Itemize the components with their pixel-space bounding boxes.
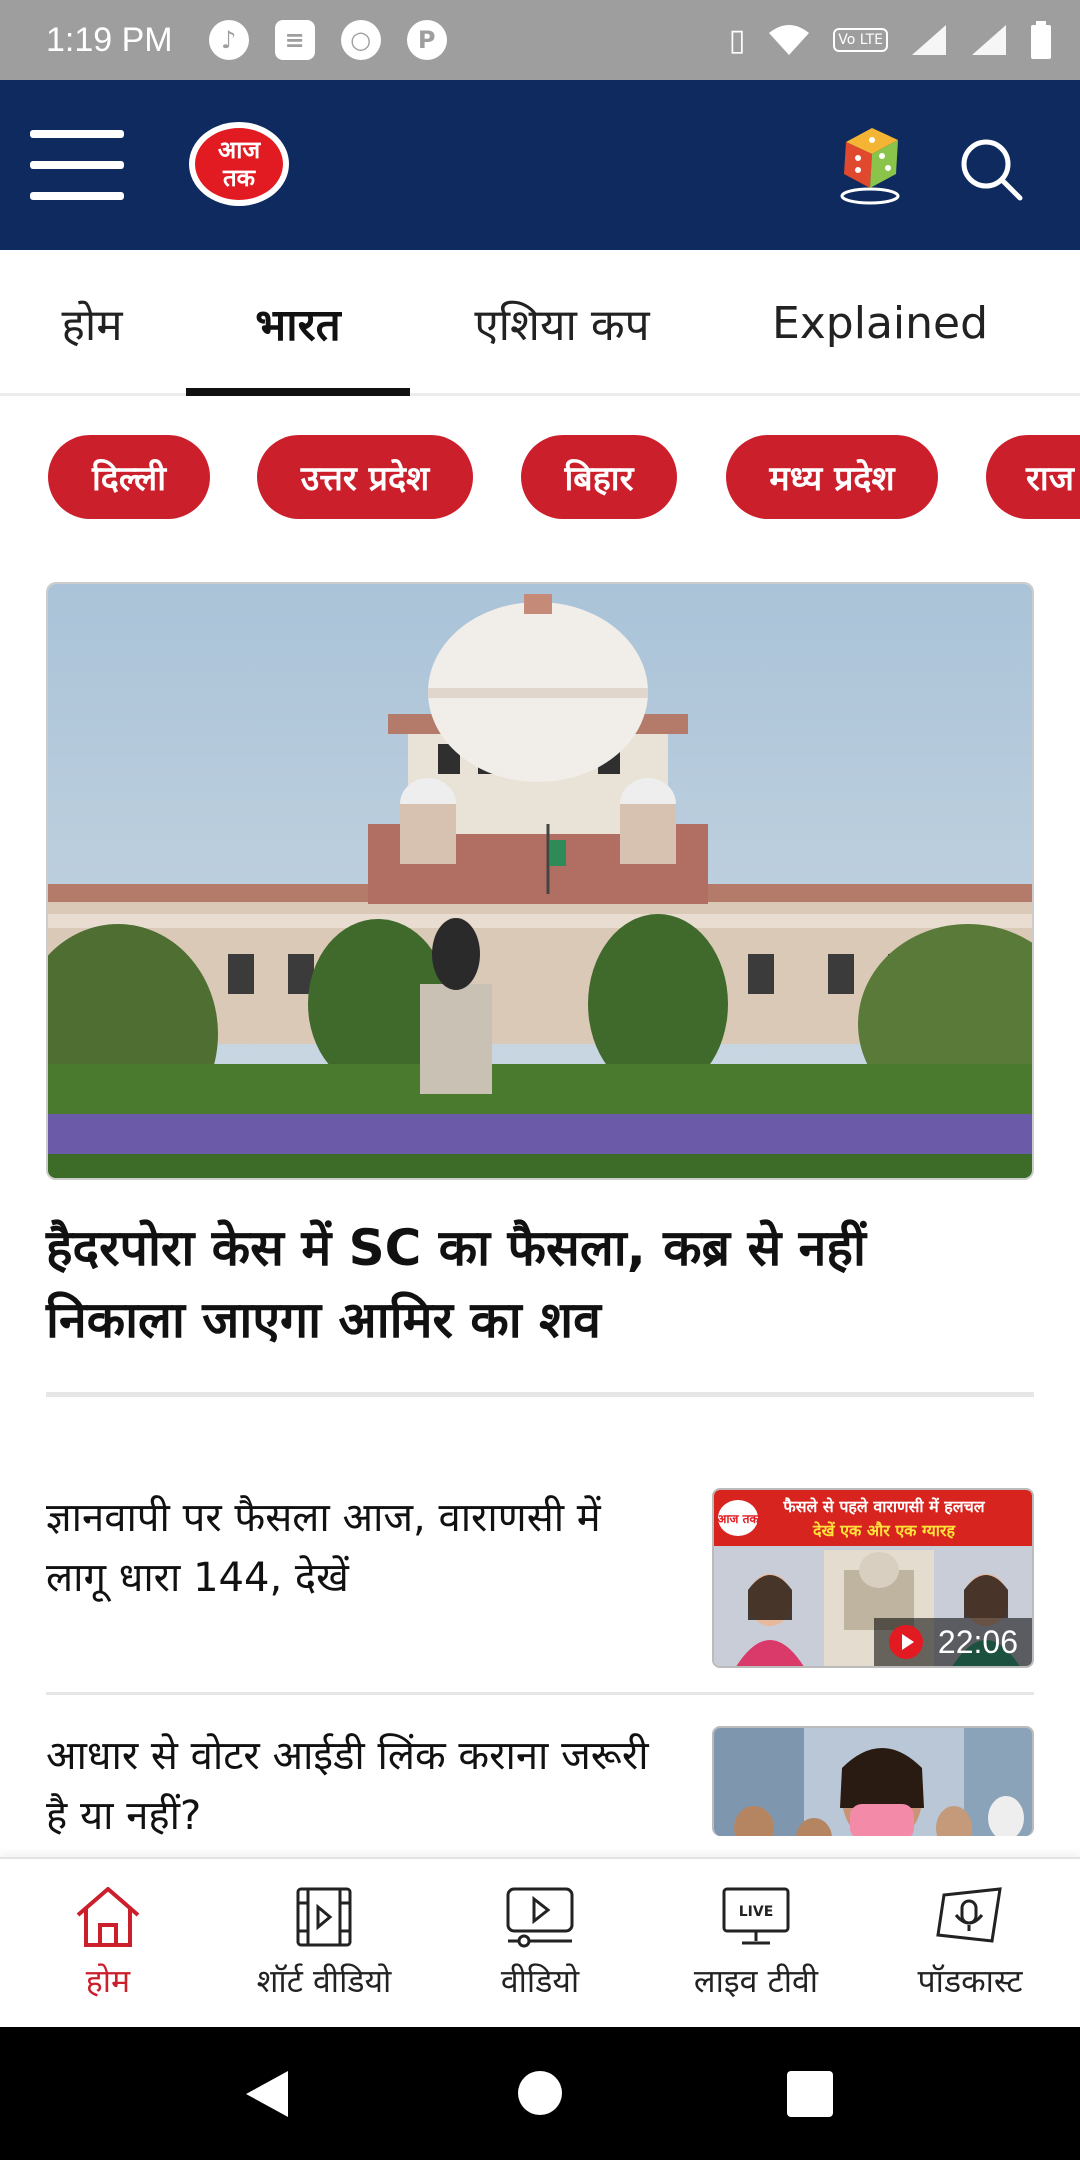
list-item[interactable]: ज्ञानवापी पर फैसला आज, वाराणसी में लागू … <box>46 1488 1034 1668</box>
p-icon: P <box>406 20 447 60</box>
chip-madhya-pradesh[interactable]: मध्य प्रदेश <box>726 435 938 519</box>
status-bar: 1:19 PM ♪ ≡ ○ P ▯ Vo LTE <box>0 0 1080 80</box>
list-item[interactable]: आधार से वोटर आईडी लिंक कराना जरूरी है या… <box>46 1726 1034 1836</box>
chip-uttar-pradesh[interactable]: उत्तर प्रदेश <box>257 435 473 519</box>
dice-icon[interactable] <box>836 122 906 206</box>
nav-podcast[interactable]: पॉडकास्ट <box>870 1859 1070 2029</box>
duration-badge: 22:06 <box>873 1618 1032 1666</box>
active-tab-indicator <box>186 388 410 396</box>
search-icon[interactable] <box>958 136 1024 202</box>
thumb-banner-line1: फैसले से पहले वाराणसी में हलचल <box>782 1497 985 1516</box>
podcast-icon <box>936 1887 1002 1943</box>
thumb-banner-line2: देखें एक और एक ग्यारह <box>812 1521 957 1540</box>
aajtak-logo[interactable]: आज तक <box>186 118 292 210</box>
list-item-thumbnail[interactable]: फैसले से पहले वाराणसी में हलचल देखें एक … <box>712 1488 1034 1668</box>
tab-asia-cup[interactable]: एशिया कप <box>452 250 672 396</box>
divider <box>46 1392 1034 1397</box>
nav-video[interactable]: वीडियो <box>440 1859 640 2029</box>
short-video-icon <box>296 1887 352 1947</box>
list-item-thumbnail[interactable] <box>712 1726 1034 1836</box>
tab-home[interactable]: होम <box>30 250 154 396</box>
nav-label: पॉडकास्ट <box>917 1962 1023 2000</box>
live-tv-icon: LIVE <box>722 1887 790 1945</box>
music-icon: ♪ <box>208 20 249 60</box>
video-duration: 22:06 <box>937 1623 1018 1660</box>
svg-text:तक: तक <box>222 164 257 192</box>
state-chips: दिल्ली उत्तर प्रदेश बिहार मध्य प्रदेश रा… <box>0 435 1080 519</box>
chip-bihar[interactable]: बिहार <box>521 435 677 519</box>
nav-home[interactable]: होम <box>8 1859 208 2029</box>
vibrate-icon: ▯ <box>728 22 746 58</box>
bottom-nav: होम शॉर्ट वीडियो वीडियो LIVE लाइव टीवी प… <box>0 1857 1080 2027</box>
nav-label: लाइव टीवी <box>693 1962 819 2000</box>
hero-image[interactable] <box>46 582 1034 1180</box>
chip-delhi[interactable]: दिल्ली <box>48 435 210 519</box>
chat-icon: ○ <box>340 20 381 60</box>
status-time: 1:19 PM <box>46 20 173 59</box>
home-icon <box>76 1887 140 1947</box>
signal-icon <box>912 25 946 55</box>
svg-text:आज: आज <box>218 136 262 164</box>
wifi-icon <box>769 25 810 55</box>
nav-short-video[interactable]: शॉर्ट वीडियो <box>224 1859 424 2029</box>
category-tabs: होम भारत एशिया कप Explained <box>0 250 1080 396</box>
menu-icon[interactable] <box>30 130 124 200</box>
nav-label: शॉर्ट वीडियो <box>256 1962 392 2000</box>
tab-explained[interactable]: Explained <box>750 250 1010 396</box>
chip-rajasthan[interactable]: राज <box>986 435 1080 519</box>
list-item-title[interactable]: ज्ञानवापी पर फैसला आज, वाराणसी में लागू … <box>46 1488 666 1608</box>
app-header: आज तक <box>0 80 1080 250</box>
recents-icon[interactable] <box>787 2071 833 2117</box>
thumb-logo: आज तक <box>717 1512 759 1526</box>
volte-icon: Vo LTE <box>833 28 888 52</box>
video-icon <box>506 1887 574 1948</box>
hero-headline[interactable]: हैदरपोरा केस में SC का फैसला, कब्र से नह… <box>46 1212 1006 1356</box>
divider <box>46 1692 1034 1695</box>
news-icon: ≡ <box>274 20 315 60</box>
tab-bharat[interactable]: भारत <box>186 250 410 396</box>
home-button-icon[interactable] <box>518 2071 562 2115</box>
back-icon[interactable] <box>244 2069 290 2119</box>
nav-label: होम <box>85 1962 131 2000</box>
live-badge: LIVE <box>739 1904 774 1920</box>
system-nav-bar <box>0 2027 1080 2160</box>
signal-icon-2 <box>972 25 1006 55</box>
play-icon <box>888 1625 923 1659</box>
battery-icon <box>1031 21 1051 59</box>
nav-label: वीडियो <box>500 1962 580 2000</box>
nav-live-tv[interactable]: LIVE लाइव टीवी <box>656 1859 856 2029</box>
list-item-title[interactable]: आधार से वोटर आईडी लिंक कराना जरूरी है या… <box>46 1726 666 1836</box>
